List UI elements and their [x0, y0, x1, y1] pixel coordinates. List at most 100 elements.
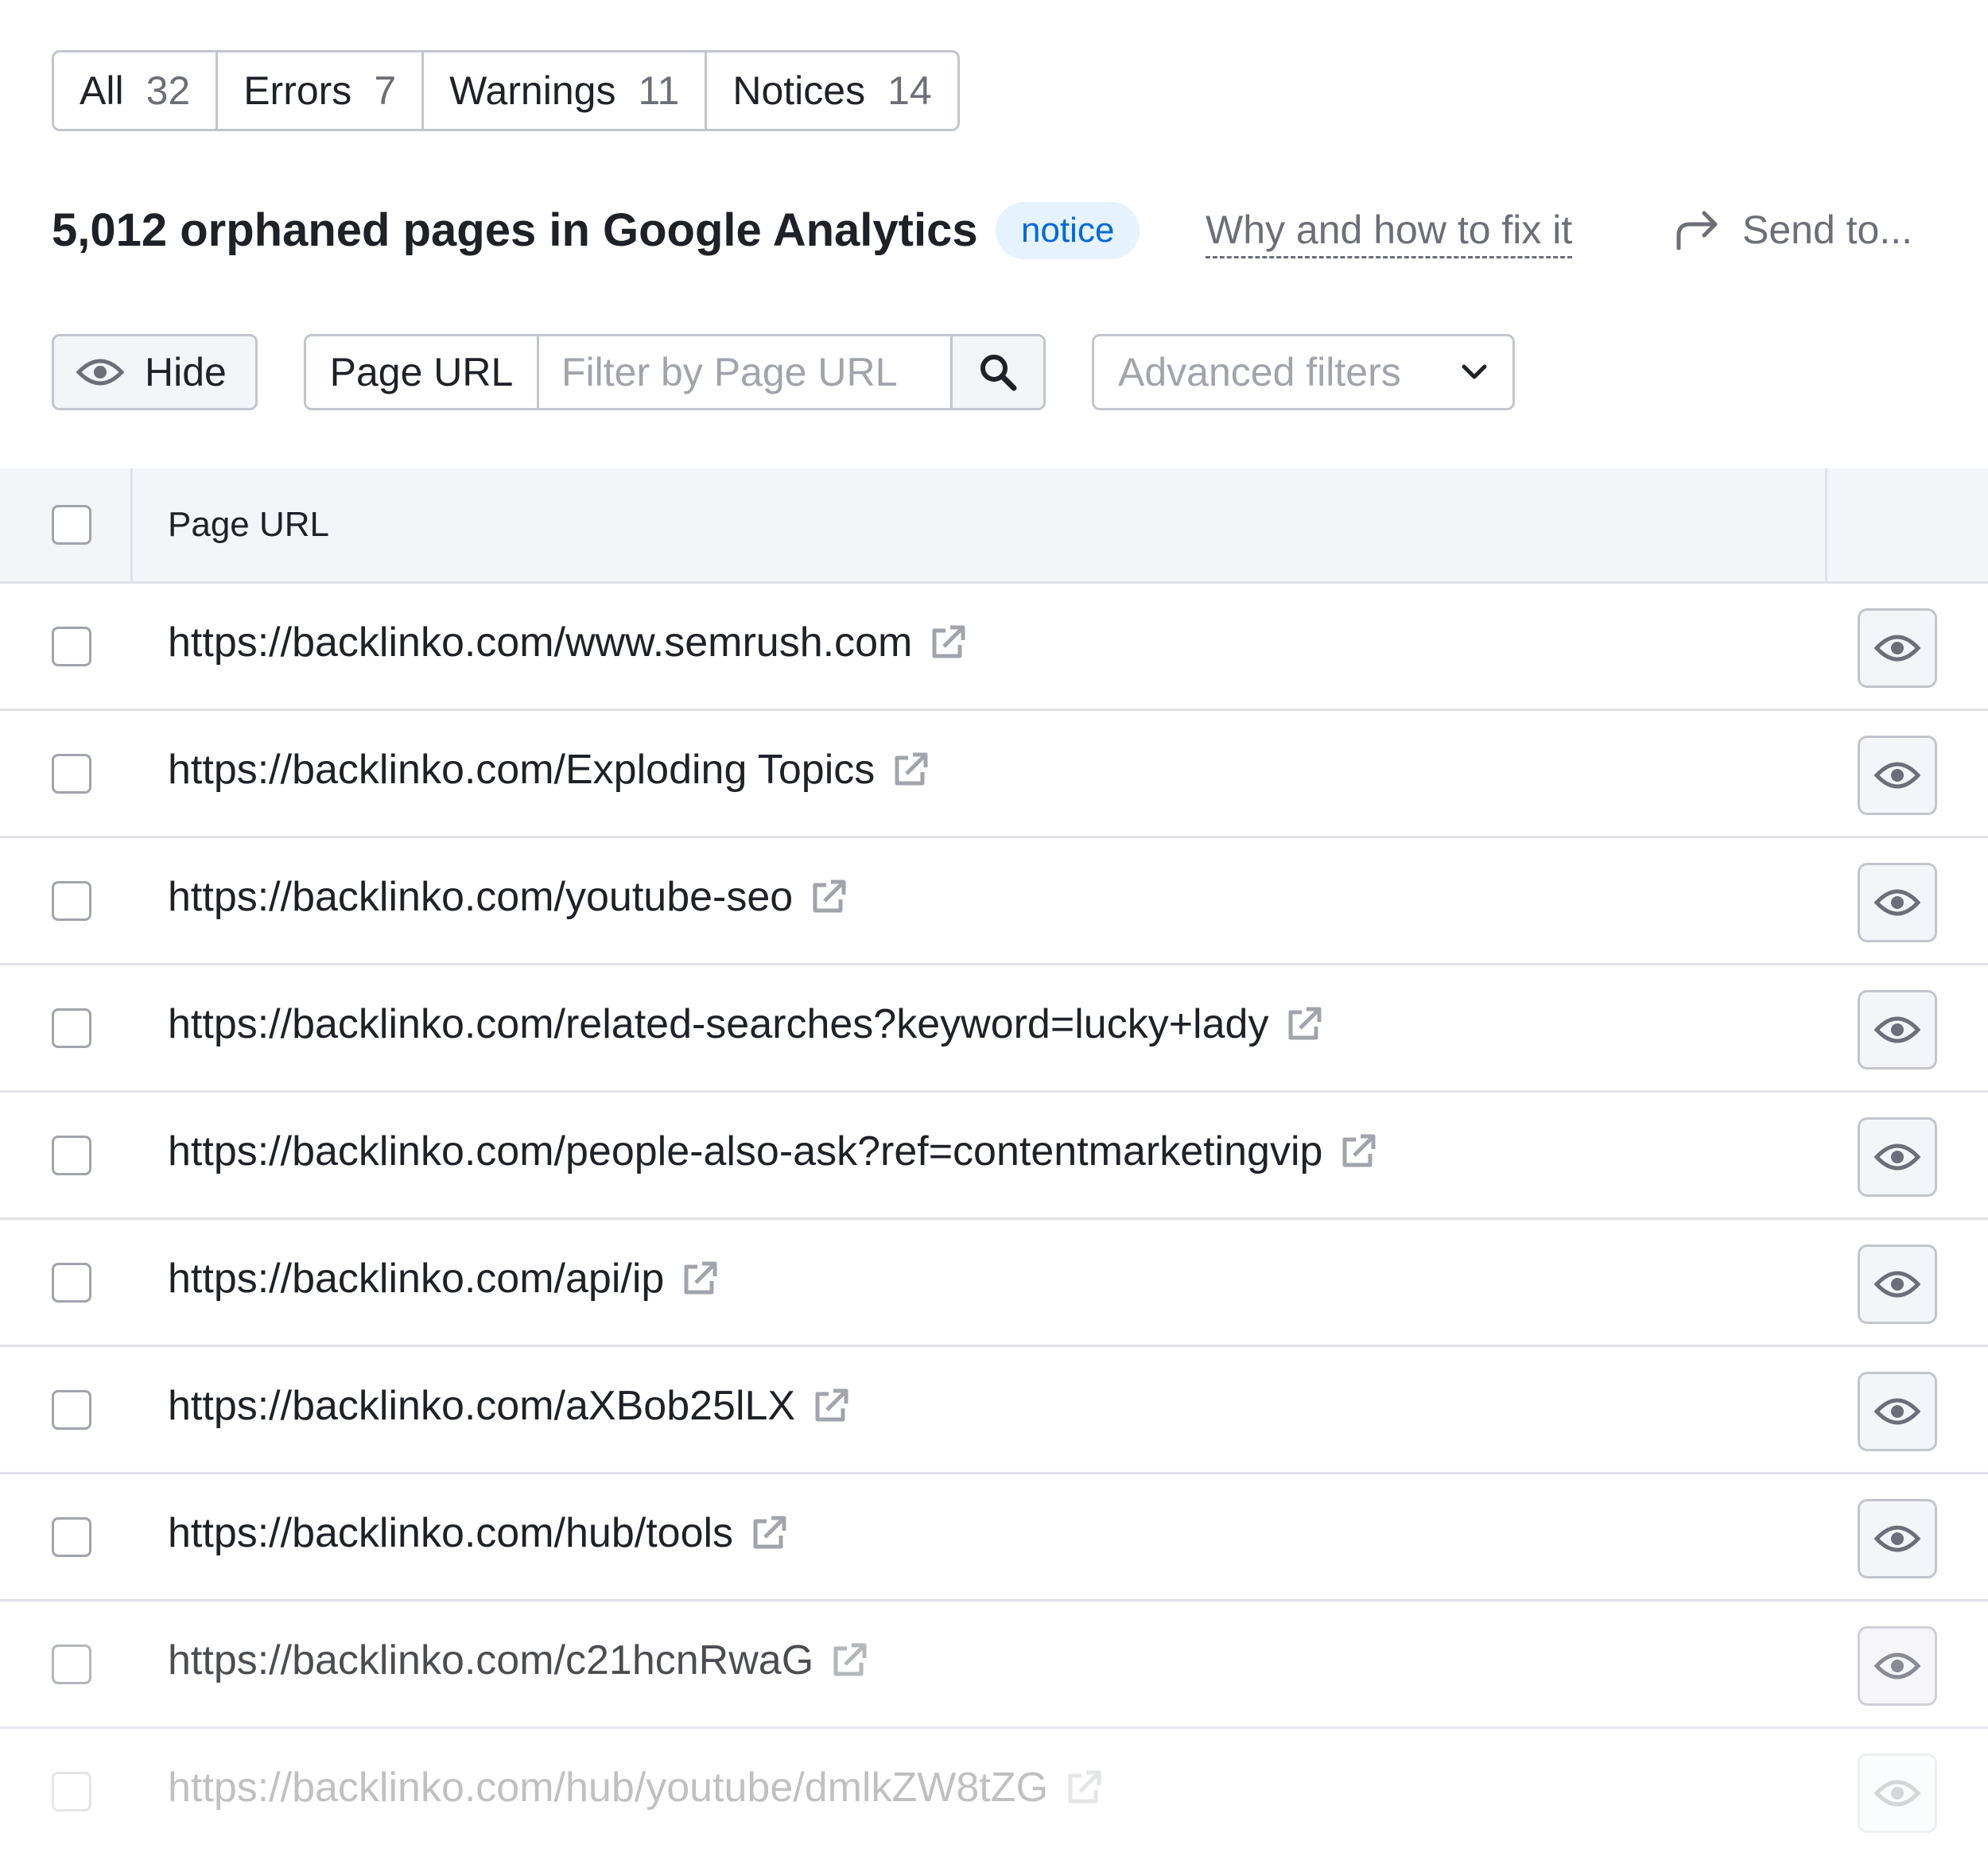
- eye-icon: [1874, 1780, 1920, 1807]
- view-details-button[interactable]: [1858, 1753, 1937, 1833]
- view-details-button[interactable]: [1858, 1626, 1937, 1706]
- external-link-icon[interactable]: [1064, 1768, 1104, 1807]
- send-to-label: Send to...: [1742, 208, 1913, 252]
- page-url-cell: https://backlinko.com/youtube-seo: [168, 873, 848, 921]
- table-row: https://backlinko.com/people-also-ask?re…: [0, 1093, 1988, 1220]
- advanced-filters-dropdown[interactable]: Advanced filters: [1092, 334, 1515, 410]
- view-details-button[interactable]: [1858, 736, 1937, 815]
- external-link-icon[interactable]: [809, 877, 848, 917]
- view-details-button[interactable]: [1858, 990, 1937, 1070]
- table-row: https://backlinko.com/youtube-seo: [0, 838, 1988, 965]
- page-url-cell: https://backlinko.com/api/ip: [168, 1255, 720, 1303]
- share-arrow-icon: [1676, 211, 1718, 250]
- page-url-filter-input[interactable]: [539, 336, 950, 408]
- select-all-checkbox[interactable]: [52, 505, 91, 545]
- page-url-cell: https://backlinko.com/Exploding Topics: [168, 746, 930, 794]
- table-row: https://backlinko.com/api/ip: [0, 1220, 1988, 1347]
- eye-icon: [1874, 1398, 1920, 1425]
- filter-bar: Hide Page URL Advanced filters: [52, 334, 1960, 410]
- table-row: https://backlinko.com/hub/tools: [0, 1474, 1988, 1602]
- page-url-cell: https://backlinko.com/c21hcnRwaG: [168, 1637, 869, 1684]
- row-checkbox[interactable]: [52, 881, 91, 921]
- external-link-icon[interactable]: [928, 623, 968, 662]
- table-row: https://backlinko.com/www.semrush.com: [0, 584, 1988, 711]
- eye-icon: [1874, 1271, 1920, 1298]
- page-url-text: https://backlinko.com/related-searches?k…: [168, 1001, 1269, 1047]
- send-to-button[interactable]: Send to...: [1674, 207, 1912, 253]
- table-row: https://backlinko.com/aXBob25lLX: [0, 1347, 1988, 1474]
- filter-field-select[interactable]: Page URL: [306, 336, 539, 408]
- tab-errors[interactable]: Errors 7: [218, 52, 425, 129]
- why-and-how-link[interactable]: Why and how to fix it: [1206, 207, 1573, 258]
- view-details-button[interactable]: [1858, 1117, 1937, 1197]
- external-link-icon[interactable]: [749, 1513, 789, 1553]
- page-url-cell: https://backlinko.com/www.semrush.com: [168, 619, 968, 666]
- row-checkbox[interactable]: [52, 1136, 91, 1175]
- external-link-icon[interactable]: [829, 1641, 869, 1680]
- search-button[interactable]: [950, 336, 1043, 408]
- table-row: https://backlinko.com/Exploding Topics: [0, 711, 1988, 838]
- table-row: https://backlinko.com/related-searches?k…: [0, 965, 1988, 1093]
- row-checkbox[interactable]: [52, 1644, 91, 1684]
- row-checkbox[interactable]: [52, 1008, 91, 1048]
- tab-label: Errors: [243, 68, 352, 113]
- tab-all[interactable]: All 32: [54, 52, 219, 129]
- column-divider: [130, 468, 133, 581]
- page-url-text: https://backlinko.com/api/ip: [168, 1256, 665, 1302]
- external-link-icon[interactable]: [680, 1259, 720, 1299]
- notice-badge: notice: [996, 202, 1140, 259]
- eye-icon: [76, 359, 124, 386]
- row-checkbox[interactable]: [52, 627, 91, 666]
- table-row: https://backlinko.com/hub/youtube/dmlkZW…: [0, 1729, 1988, 1856]
- tab-count: 11: [638, 68, 680, 113]
- page-url-text: https://backlinko.com/Exploding Topics: [168, 747, 876, 793]
- issue-header: 5,012 orphaned pages in Google Analytics…: [52, 199, 1960, 262]
- column-divider: [1825, 468, 1827, 581]
- view-details-button[interactable]: [1858, 863, 1937, 942]
- eye-icon: [1874, 1016, 1920, 1043]
- table-row: https://backlinko.com/c21hcnRwaG: [0, 1602, 1988, 1729]
- chevron-down-icon: [1462, 364, 1487, 379]
- issue-type-tabs: All 32 Errors 7 Warnings 11 Notices 14: [52, 50, 960, 131]
- tab-label: Warnings: [449, 68, 616, 113]
- tab-count: 7: [374, 68, 397, 113]
- table-header: Page URL: [0, 468, 1988, 584]
- tab-warnings[interactable]: Warnings 11: [424, 52, 708, 129]
- page-url-cell: https://backlinko.com/hub/youtube/dmlkZW…: [168, 1764, 1104, 1811]
- tab-notices[interactable]: Notices 14: [707, 52, 957, 129]
- external-link-icon[interactable]: [1284, 1004, 1324, 1044]
- view-details-button[interactable]: [1858, 1499, 1937, 1578]
- page-url-text: https://backlinko.com/hub/youtube/dmlkZW…: [168, 1765, 1048, 1811]
- hide-button[interactable]: Hide: [52, 334, 258, 410]
- page-url-text: https://backlinko.com/aXBob25lLX: [168, 1383, 796, 1429]
- page-url-filter: Page URL: [304, 334, 1046, 410]
- column-header-page-url[interactable]: Page URL: [168, 505, 329, 545]
- page-url-cell: https://backlinko.com/hub/tools: [168, 1509, 789, 1557]
- view-details-button[interactable]: [1858, 608, 1937, 688]
- row-checkbox[interactable]: [52, 1390, 91, 1430]
- eye-icon: [1874, 762, 1920, 789]
- row-checkbox[interactable]: [52, 1772, 91, 1811]
- view-details-button[interactable]: [1858, 1244, 1937, 1324]
- eye-icon: [1874, 1652, 1920, 1679]
- row-checkbox[interactable]: [52, 1263, 91, 1303]
- orphaned-pages-table: Page URL https://backlinko.com/www.semru…: [0, 468, 1988, 1856]
- external-link-icon[interactable]: [1338, 1132, 1378, 1171]
- view-details-button[interactable]: [1858, 1372, 1937, 1451]
- eye-icon: [1874, 889, 1920, 916]
- page-url-cell: https://backlinko.com/related-searches?k…: [168, 1000, 1324, 1048]
- page-url-cell: https://backlinko.com/aXBob25lLX: [168, 1382, 851, 1430]
- external-link-icon[interactable]: [811, 1386, 851, 1426]
- row-checkbox[interactable]: [52, 1517, 91, 1557]
- search-icon: [980, 355, 1017, 391]
- eye-icon: [1874, 635, 1920, 662]
- page-url-text: https://backlinko.com/people-also-ask?re…: [168, 1128, 1323, 1175]
- external-link-icon[interactable]: [891, 750, 930, 790]
- page-url-text: https://backlinko.com/www.semrush.com: [168, 619, 913, 666]
- eye-icon: [1874, 1525, 1920, 1552]
- advanced-filters-label: Advanced filters: [1118, 350, 1401, 394]
- tab-label: All: [80, 68, 124, 113]
- tab-count: 32: [146, 68, 191, 113]
- row-checkbox[interactable]: [52, 754, 91, 794]
- tab-label: Notices: [732, 68, 866, 113]
